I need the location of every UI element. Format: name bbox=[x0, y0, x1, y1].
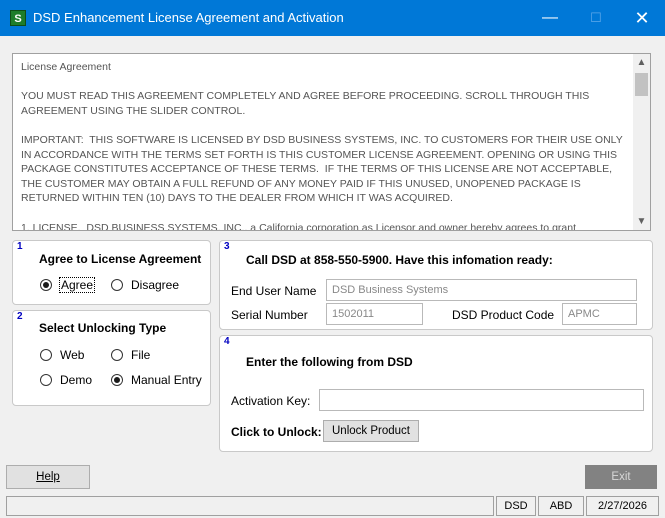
disagree-radio[interactable]: Disagree bbox=[111, 278, 179, 292]
minimize-button[interactable]: — bbox=[527, 0, 573, 36]
license-scrollbar[interactable]: ▲ ▼ bbox=[633, 54, 650, 230]
scroll-down-icon[interactable]: ▼ bbox=[633, 213, 650, 230]
file-radio-dot[interactable] bbox=[111, 349, 123, 361]
scroll-thumb[interactable] bbox=[635, 73, 648, 96]
manual-entry-radio-dot[interactable] bbox=[111, 374, 123, 386]
app-icon: S bbox=[10, 10, 26, 26]
enter-from-dsd-title: Enter the following from DSD bbox=[246, 355, 413, 369]
group-number-3: 3 bbox=[224, 241, 230, 252]
product-code-field[interactable] bbox=[562, 303, 637, 325]
status-user: ABD bbox=[538, 496, 584, 516]
demo-radio[interactable]: Demo bbox=[40, 373, 92, 387]
help-button-label: Help bbox=[36, 471, 60, 483]
click-to-unlock-label: Click to Unlock: bbox=[231, 425, 322, 439]
enter-from-dsd-group: 4 Enter the following from DSD Activatio… bbox=[219, 335, 653, 452]
manual-entry-radio-label: Manual Entry bbox=[131, 373, 202, 387]
manual-entry-radio[interactable]: Manual Entry bbox=[111, 373, 202, 387]
exit-button[interactable]: Exit bbox=[585, 465, 657, 489]
disagree-radio-label: Disagree bbox=[131, 278, 180, 292]
agree-radio-label: Agree bbox=[58, 277, 96, 293]
status-panel-main bbox=[6, 496, 494, 516]
agree-group-title: Agree to License Agreement bbox=[39, 252, 202, 266]
end-user-label: End User Name bbox=[231, 284, 317, 298]
agree-radio[interactable]: Agree bbox=[40, 277, 96, 293]
demo-radio-label: Demo bbox=[60, 373, 93, 387]
activation-key-label: Activation Key: bbox=[231, 394, 311, 408]
file-radio-label: File bbox=[131, 348, 151, 362]
title-bar: S DSD Enhancement License Agreement and … bbox=[0, 0, 665, 36]
serial-number-label: Serial Number bbox=[231, 308, 308, 322]
exit-button-label: Exit bbox=[611, 471, 631, 483]
group-number-4: 4 bbox=[224, 336, 230, 347]
web-radio-label: Web bbox=[60, 348, 85, 362]
web-radio[interactable]: Web bbox=[40, 348, 84, 362]
product-code-label: DSD Product Code bbox=[452, 308, 555, 322]
license-agreement-text: License Agreement YOU MUST READ THIS AGR… bbox=[21, 61, 623, 231]
agree-radio-dot[interactable] bbox=[40, 279, 52, 291]
license-agreement-box[interactable]: License Agreement YOU MUST READ THIS AGR… bbox=[12, 53, 651, 231]
scroll-up-icon[interactable]: ▲ bbox=[633, 54, 650, 71]
end-user-field[interactable] bbox=[326, 279, 637, 301]
unlock-product-button[interactable]: Unlock Product bbox=[323, 420, 419, 442]
web-radio-dot[interactable] bbox=[40, 349, 52, 361]
group-number-1: 1 bbox=[17, 241, 23, 252]
agree-group: 1 Agree to License Agreement Agree Disag… bbox=[12, 240, 211, 305]
call-dsd-title: Call DSD at 858-550-5900. Have this info… bbox=[246, 253, 553, 267]
help-button[interactable]: Help bbox=[6, 465, 90, 489]
unlock-type-group: 2 Select Unlocking Type Web File Demo Ma… bbox=[12, 310, 211, 406]
close-button[interactable]: ✕ bbox=[619, 0, 665, 36]
maximize-button[interactable]: ☐ bbox=[573, 0, 619, 36]
status-date: 2/27/2026 bbox=[586, 496, 659, 516]
file-radio[interactable]: File bbox=[111, 348, 150, 362]
disagree-radio-dot[interactable] bbox=[111, 279, 123, 291]
status-company: DSD bbox=[496, 496, 536, 516]
demo-radio-dot[interactable] bbox=[40, 374, 52, 386]
activation-key-input[interactable] bbox=[319, 389, 644, 411]
status-bar: DSD ABD 2/27/2026 bbox=[0, 496, 665, 518]
unlock-type-title: Select Unlocking Type bbox=[39, 321, 167, 335]
window-title: DSD Enhancement License Agreement and Ac… bbox=[33, 10, 344, 25]
serial-number-field[interactable] bbox=[326, 303, 423, 325]
call-dsd-group: 3 Call DSD at 858-550-5900. Have this in… bbox=[219, 240, 653, 330]
group-number-2: 2 bbox=[17, 311, 23, 322]
